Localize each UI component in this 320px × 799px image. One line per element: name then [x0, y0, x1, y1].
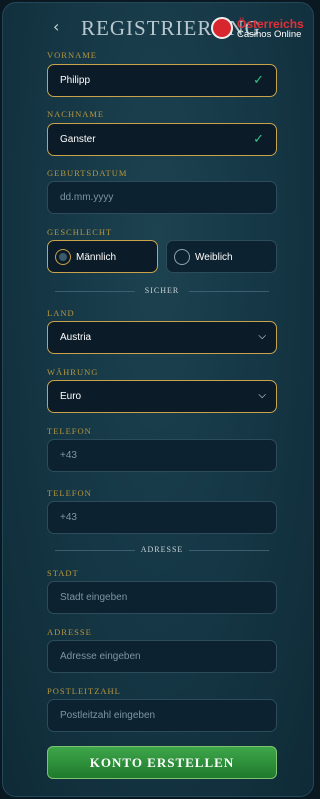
postleitzahl-placeholder: Postleitzahl eingeben — [60, 710, 156, 721]
vorname-value: Philipp — [60, 75, 91, 86]
section-divider-sicher: Sicher — [47, 286, 277, 298]
gender-option-weiblich[interactable]: Weiblich — [166, 240, 277, 273]
chevron-down-icon: ⌵ — [258, 390, 266, 401]
telefon-field-2[interactable]: +43 — [47, 501, 277, 534]
adresse-label: Adresse — [47, 627, 92, 637]
chevron-down-icon: ⌵ — [258, 331, 266, 342]
postleitzahl-field[interactable]: Postleitzahl eingeben — [47, 699, 277, 732]
geschlecht-label: Geschlecht — [47, 227, 113, 237]
land-value: Austria — [60, 332, 92, 343]
gender-label-weiblich: Weiblich — [195, 252, 233, 263]
nachname-field[interactable]: Ganster ✓ — [47, 123, 277, 156]
vorname-field[interactable]: Philipp ✓ — [47, 64, 277, 97]
radio-selected-icon — [55, 249, 71, 265]
logo-line2: Casinos Online — [237, 29, 302, 40]
waehrung-value: Euro — [60, 391, 82, 402]
create-account-button[interactable]: Konto erstellen — [47, 746, 277, 779]
registration-panel: ‹ Registrierung Österreichs Casinos Onli… — [2, 2, 314, 797]
check-icon: ✓ — [253, 73, 264, 88]
site-logo: Österreichs Casinos Online — [211, 17, 311, 43]
geburtsdatum-placeholder: dd.mm.yyyy — [60, 192, 114, 203]
divider-line — [189, 550, 269, 551]
radio-unselected-icon — [174, 249, 190, 265]
gender-option-maennlich[interactable]: Männlich — [47, 240, 158, 273]
adresse-field[interactable]: Adresse eingeben — [47, 640, 277, 673]
telefon-field[interactable]: +43 — [47, 439, 277, 472]
geburtsdatum-label: Geburtsdatum — [47, 168, 128, 178]
telefon-label: Telefon — [47, 426, 92, 436]
chevron-left-icon[interactable]: ‹ — [53, 17, 59, 36]
divider-line — [189, 291, 269, 292]
check-icon: ✓ — [253, 132, 264, 147]
stadt-field[interactable]: Stadt eingeben — [47, 581, 277, 614]
land-label: Land — [47, 308, 75, 318]
waehrung-label: Währung — [47, 367, 99, 377]
stadt-placeholder: Stadt eingeben — [60, 592, 128, 603]
nachname-label: Nachname — [47, 109, 105, 119]
adresse-placeholder: Adresse eingeben — [60, 651, 141, 662]
seal-icon — [211, 17, 233, 39]
land-select[interactable]: Austria ⌵ — [47, 321, 277, 354]
gender-label-maennlich: Männlich — [76, 252, 117, 263]
stadt-label: Stadt — [47, 568, 79, 578]
header: ‹ Registrierung Österreichs Casinos Onli… — [3, 13, 313, 43]
waehrung-select[interactable]: Euro ⌵ — [47, 380, 277, 413]
telefon-placeholder: +43 — [60, 450, 77, 461]
nachname-value: Ganster — [60, 134, 96, 145]
postleitzahl-label: Postleitzahl — [47, 686, 121, 696]
telefon-placeholder-2: +43 — [60, 512, 77, 523]
vorname-label: Vorname — [47, 50, 97, 60]
geburtsdatum-field[interactable]: dd.mm.yyyy — [47, 181, 277, 214]
section-divider-adresse: Adresse — [47, 545, 277, 557]
telefon-label-2: Telefon — [47, 488, 92, 498]
